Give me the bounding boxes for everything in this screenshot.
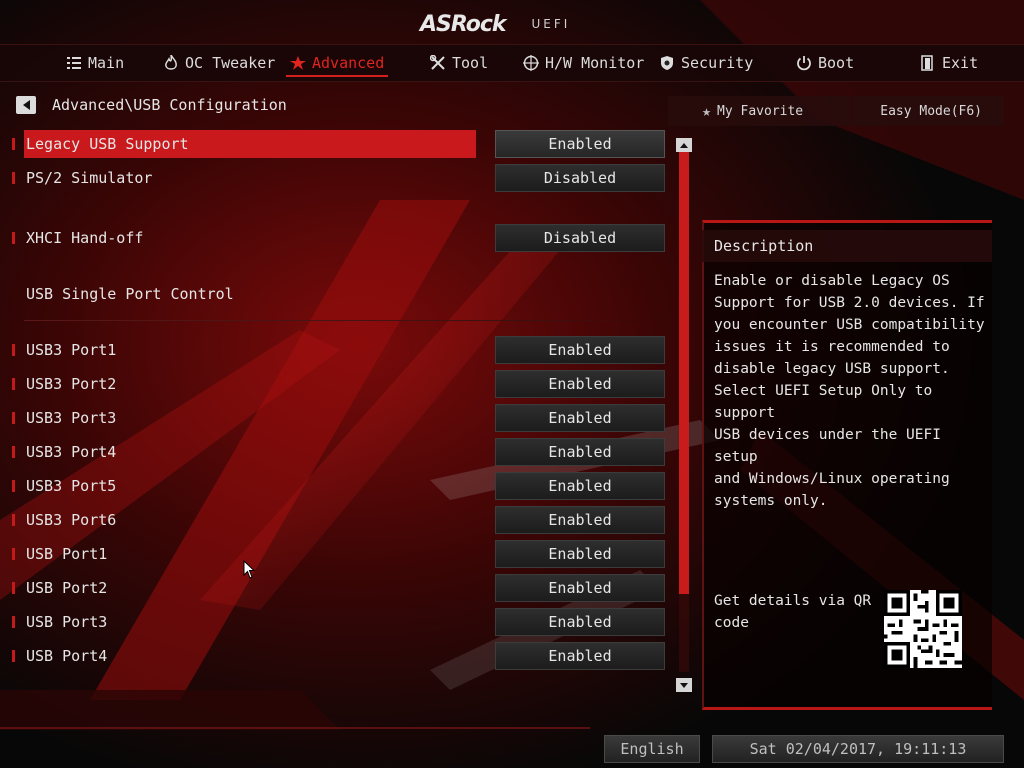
star-icon: ★ bbox=[702, 102, 712, 120]
usb-port1-label[interactable]: USB Port1 bbox=[26, 540, 107, 568]
my-favorite-label: My Favorite bbox=[717, 103, 804, 119]
usb3-port6-value[interactable]: Enabled bbox=[495, 506, 665, 534]
power-icon bbox=[796, 55, 812, 71]
usb3-port2-label[interactable]: USB3 Port2 bbox=[26, 370, 116, 398]
row-marker bbox=[12, 172, 15, 184]
usb3-port4-value[interactable]: Enabled bbox=[495, 438, 665, 466]
usb3-port2-value[interactable]: Enabled bbox=[495, 370, 665, 398]
legacy-usb-support-label[interactable]: Legacy USB Support bbox=[26, 130, 189, 158]
usb3-port1-label[interactable]: USB3 Port1 bbox=[26, 336, 116, 364]
tab-exit[interactable]: Exit bbox=[920, 45, 978, 81]
usb-port4-label[interactable]: USB Port4 bbox=[26, 642, 107, 670]
scroll-down-button[interactable] bbox=[676, 678, 692, 692]
down-arrow-icon bbox=[680, 682, 688, 688]
settings-list: Legacy USB Support Enabled PS/2 Simulato… bbox=[0, 0, 700, 700]
easy-mode-button[interactable]: Easy Mode(F6) bbox=[852, 96, 1004, 126]
row-marker bbox=[12, 138, 15, 150]
description-text: Enable or disable Legacy OS Support for … bbox=[714, 273, 985, 509]
easy-mode-label: Easy Mode(F6) bbox=[880, 103, 982, 119]
usb-port4-value[interactable]: Enabled bbox=[495, 642, 665, 670]
row-marker bbox=[12, 650, 15, 662]
usb3-port5-value[interactable]: Enabled bbox=[495, 472, 665, 500]
qr-caption: Get details via QR code bbox=[714, 593, 872, 631]
legacy-usb-support-value[interactable]: Enabled bbox=[495, 130, 665, 158]
exit-icon bbox=[920, 55, 936, 71]
tab-boot[interactable]: Boot bbox=[796, 45, 854, 81]
qr-code bbox=[884, 590, 962, 668]
usb3-port5-label[interactable]: USB3 Port5 bbox=[26, 472, 116, 500]
ps2-simulator-label[interactable]: PS/2 Simulator bbox=[26, 164, 152, 192]
row-marker bbox=[12, 480, 15, 492]
tab-label: Exit bbox=[942, 54, 979, 72]
row-marker bbox=[12, 344, 15, 356]
usb-single-port-control-header: USB Single Port Control bbox=[26, 285, 234, 303]
row-marker bbox=[12, 446, 15, 458]
usb-port1-value[interactable]: Enabled bbox=[495, 540, 665, 568]
xhci-handoff-label[interactable]: XHCI Hand-off bbox=[26, 224, 143, 252]
tab-label: Boot bbox=[818, 54, 855, 72]
language-button[interactable]: English bbox=[604, 735, 700, 763]
row-marker bbox=[12, 378, 15, 390]
mouse-cursor-icon bbox=[243, 560, 256, 579]
scroll-up-button[interactable] bbox=[676, 138, 692, 152]
xhci-handoff-value[interactable]: Disabled bbox=[495, 224, 665, 252]
row-marker bbox=[12, 582, 15, 594]
section-divider bbox=[24, 320, 664, 321]
ps2-simulator-value[interactable]: Disabled bbox=[495, 164, 665, 192]
usb3-port3-value[interactable]: Enabled bbox=[495, 404, 665, 432]
usb-port3-value[interactable]: Enabled bbox=[495, 608, 665, 636]
row-marker bbox=[12, 232, 15, 244]
usb-port3-label[interactable]: USB Port3 bbox=[26, 608, 107, 636]
row-marker bbox=[12, 514, 15, 526]
usb3-port3-label[interactable]: USB3 Port3 bbox=[26, 404, 116, 432]
usb3-port6-label[interactable]: USB3 Port6 bbox=[26, 506, 116, 534]
up-arrow-icon bbox=[680, 142, 688, 148]
row-marker bbox=[12, 412, 15, 424]
row-marker bbox=[12, 548, 15, 560]
datetime-display: Sat 02/04/2017, 19:11:13 bbox=[712, 735, 1004, 763]
usb-port2-value[interactable]: Enabled bbox=[495, 574, 665, 602]
usb3-port1-value[interactable]: Enabled bbox=[495, 336, 665, 364]
description-title: Description bbox=[702, 230, 992, 262]
row-marker bbox=[12, 616, 15, 628]
usb-port2-label[interactable]: USB Port2 bbox=[26, 574, 107, 602]
scrollbar-thumb[interactable] bbox=[679, 152, 689, 594]
usb3-port4-label[interactable]: USB3 Port4 bbox=[26, 438, 116, 466]
